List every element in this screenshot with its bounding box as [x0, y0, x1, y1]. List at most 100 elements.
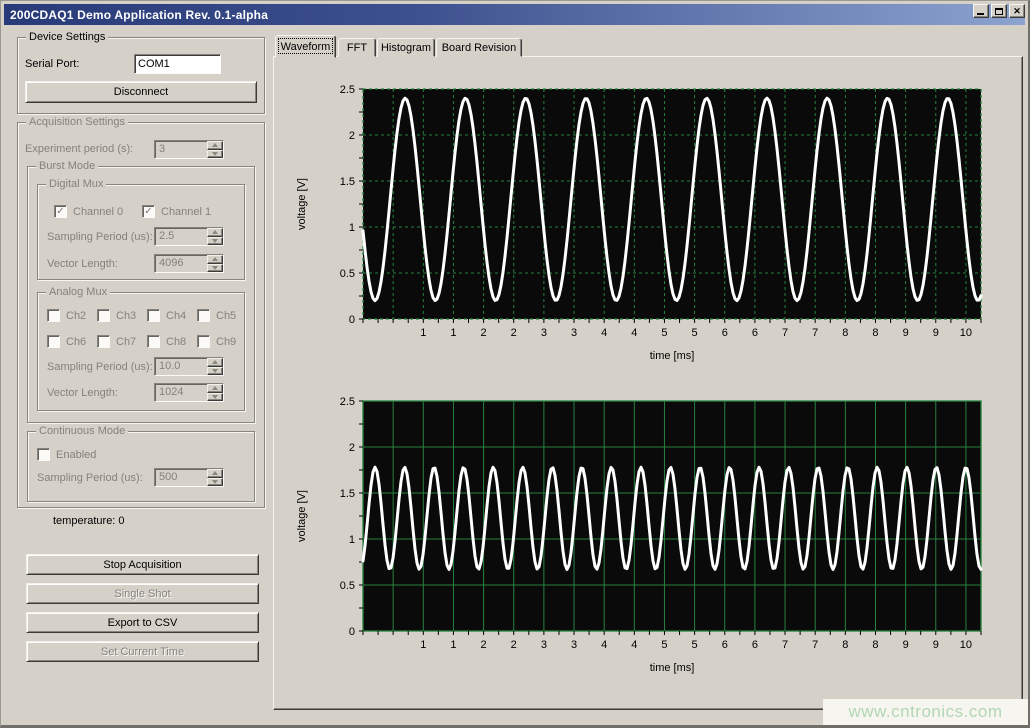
export-to-csv-button[interactable]: Export to CSV [26, 612, 259, 633]
svg-text:voltage [V]: voltage [V] [296, 178, 308, 230]
checkbox-icon [97, 335, 110, 348]
ch5-checkbox: Ch5 [197, 309, 236, 322]
watermark: www.cntronics.com [823, 699, 1028, 725]
svg-text:3: 3 [541, 639, 547, 651]
digital-vector-length-spinner: 4096 [154, 254, 224, 273]
continuous-sampling-period-spinner: 500 [154, 468, 224, 487]
tab-board-revision[interactable]: Board Revision [436, 38, 522, 57]
disconnect-button[interactable]: Disconnect [25, 81, 257, 103]
tab-waveform[interactable]: Waveform [275, 35, 336, 58]
svg-text:1: 1 [349, 222, 355, 234]
minimize-button[interactable] [973, 4, 989, 18]
svg-text:5: 5 [692, 639, 698, 651]
spin-up-icon [207, 384, 223, 393]
window-title: 200CDAQ1 Demo Application Rev. 0.1-alpha [10, 8, 268, 22]
continuous-sampling-period-label: Sampling Period (us): [37, 472, 143, 484]
digital-sampling-period-spinner: 2.5 [154, 227, 224, 246]
svg-text:7: 7 [782, 639, 788, 651]
continuous-mode-group: Continuous Mode [27, 431, 255, 502]
channel-0-checkbox: ✓ Channel 0 [54, 205, 123, 218]
checkbox-icon [197, 335, 210, 348]
spin-up-icon [207, 469, 223, 478]
single-shot-button: Single Shot [26, 583, 259, 604]
svg-text:0.5: 0.5 [340, 268, 355, 280]
svg-text:0.5: 0.5 [340, 580, 355, 592]
checkbox-icon [197, 309, 210, 322]
spin-down-icon [207, 150, 223, 159]
set-current-time-button: Set Current Time [26, 641, 259, 662]
svg-text:7: 7 [812, 327, 818, 339]
svg-text:2: 2 [511, 327, 517, 339]
svg-text:5: 5 [661, 639, 667, 651]
svg-text:4: 4 [631, 327, 637, 339]
waveform-chart-top: 1122334455667788991000.511.522.5time [ms… [281, 77, 1021, 377]
analog-vector-length-label: Vector Length: [47, 387, 118, 399]
analog-mux-legend: Analog Mux [46, 286, 110, 298]
svg-text:1: 1 [349, 534, 355, 546]
svg-text:1.5: 1.5 [340, 176, 355, 188]
svg-text:9: 9 [933, 327, 939, 339]
tab-histogram[interactable]: Histogram [377, 38, 435, 57]
stop-acquisition-button[interactable]: Stop Acquisition [26, 554, 259, 575]
checkbox-icon [147, 335, 160, 348]
device-settings-legend: Device Settings [26, 31, 108, 43]
ch7-checkbox: Ch7 [97, 335, 136, 348]
ch9-checkbox: Ch9 [197, 335, 236, 348]
experiment-period-label: Experiment period (s): [25, 143, 133, 155]
application-window: 200CDAQ1 Demo Application Rev. 0.1-alpha… [0, 0, 1030, 728]
continuous-enabled-checkbox: Enabled [37, 448, 96, 461]
svg-text:9: 9 [933, 639, 939, 651]
svg-text:4: 4 [631, 639, 637, 651]
checkbox-icon [47, 335, 60, 348]
checkbox-checked-icon: ✓ [142, 205, 155, 218]
svg-text:time [ms]: time [ms] [650, 350, 695, 362]
svg-text:1: 1 [420, 327, 426, 339]
title-bar[interactable]: 200CDAQ1 Demo Application Rev. 0.1-alpha [4, 4, 1025, 25]
svg-text:2: 2 [481, 327, 487, 339]
checkbox-icon [47, 309, 60, 322]
svg-text:4: 4 [601, 639, 607, 651]
svg-text:6: 6 [752, 639, 758, 651]
svg-text:1.5: 1.5 [340, 488, 355, 500]
analog-sampling-period-label: Sampling Period (us): [47, 361, 153, 373]
continuous-mode-legend: Continuous Mode [36, 425, 128, 437]
svg-text:2.5: 2.5 [340, 84, 355, 96]
svg-text:0: 0 [349, 626, 355, 638]
ch4-checkbox: Ch4 [147, 309, 186, 322]
acquisition-settings-legend: Acquisition Settings [26, 116, 128, 128]
svg-text:5: 5 [661, 327, 667, 339]
maximize-button[interactable] [991, 4, 1007, 18]
svg-text:4: 4 [601, 327, 607, 339]
spin-up-icon [207, 255, 223, 264]
waveform-chart-bottom: 1122334455667788991000.511.522.5time [ms… [281, 389, 1021, 689]
minimize-icon [977, 13, 984, 15]
serial-port-label: Serial Port: [25, 58, 79, 70]
maximize-icon [995, 8, 1003, 15]
svg-text:2: 2 [349, 442, 355, 454]
svg-text:8: 8 [842, 327, 848, 339]
svg-text:9: 9 [903, 327, 909, 339]
svg-text:10: 10 [960, 639, 972, 651]
tab-fft[interactable]: FFT [338, 38, 376, 57]
digital-mux-legend: Digital Mux [46, 178, 106, 190]
digital-sampling-period-label: Sampling Period (us): [47, 231, 153, 243]
svg-text:3: 3 [541, 327, 547, 339]
experiment-period-spinner: 3 [154, 140, 224, 159]
checkbox-icon [147, 309, 160, 322]
close-button[interactable]: ✕ [1009, 4, 1025, 18]
serial-port-input[interactable] [134, 54, 221, 74]
svg-text:6: 6 [752, 327, 758, 339]
svg-text:5: 5 [692, 327, 698, 339]
svg-text:6: 6 [722, 327, 728, 339]
svg-text:7: 7 [812, 639, 818, 651]
spin-up-icon [207, 141, 223, 150]
close-icon: ✕ [1013, 6, 1021, 17]
temperature-readout: temperature: 0 [53, 515, 125, 527]
svg-text:9: 9 [903, 639, 909, 651]
svg-text:voltage [V]: voltage [V] [296, 490, 308, 542]
svg-text:3: 3 [571, 327, 577, 339]
channel-1-checkbox: ✓ Channel 1 [142, 205, 211, 218]
focus-rect [278, 38, 333, 54]
ch6-checkbox: Ch6 [47, 335, 86, 348]
spin-up-icon [207, 228, 223, 237]
